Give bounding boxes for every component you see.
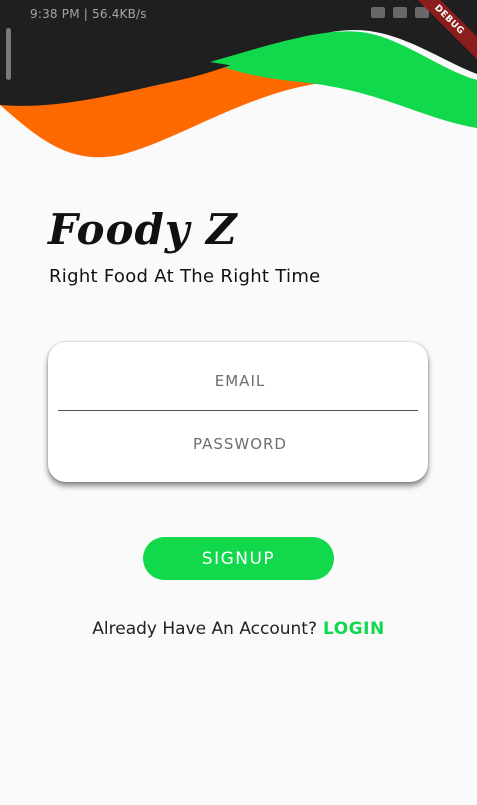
status-bar: 9:38 PM | 56.4KB/s <box>0 0 477 28</box>
signup-button[interactable]: SIGNUP <box>143 537 334 580</box>
login-prompt-text: Already Have An Account? <box>92 619 317 639</box>
login-prompt: Already Have An Account? LOGIN <box>0 619 477 639</box>
status-icons <box>371 7 429 18</box>
email-field[interactable] <box>58 360 422 402</box>
password-field[interactable] <box>58 423 422 465</box>
app-tagline: Right Food At The Right Time <box>49 266 321 287</box>
app-title: Foody Z <box>48 205 238 254</box>
login-link[interactable]: LOGIN <box>323 619 385 639</box>
status-time: 9:38 PM | 56.4KB/s <box>30 7 147 21</box>
field-divider <box>58 410 418 411</box>
signup-form-card <box>48 342 428 482</box>
signal-icon <box>393 7 407 18</box>
scroll-indicator <box>6 28 11 80</box>
keyboard-icon <box>371 7 385 18</box>
